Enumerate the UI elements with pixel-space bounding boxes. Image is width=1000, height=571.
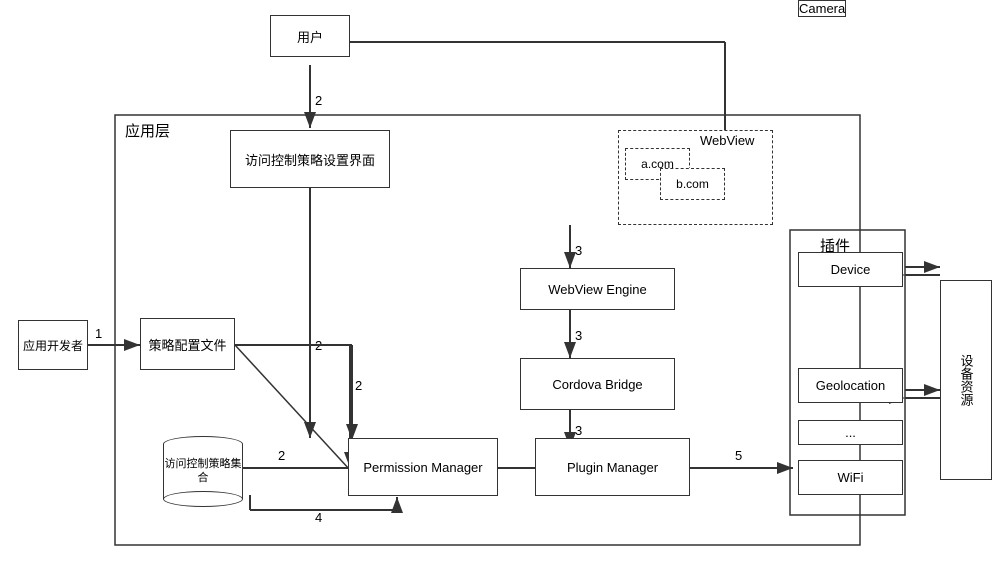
svg-text:4: 4: [315, 510, 322, 525]
camera-plugin-label: Camera: [799, 1, 845, 16]
access-control-ui-box: 访问控制策略设置界面: [230, 130, 390, 188]
device-plugin-label: Device: [831, 262, 871, 277]
svg-text:5: 5: [735, 448, 742, 463]
plugin-manager-box: Plugin Manager: [535, 438, 690, 496]
svg-text:2: 2: [355, 378, 362, 393]
app-developer-label: 应用开发者: [23, 337, 83, 354]
app-developer-box: 应用开发者: [18, 320, 88, 370]
cordova-bridge-box: Cordova Bridge: [520, 358, 675, 410]
policy-file-box: 策略配置文件: [140, 318, 235, 370]
svg-text:3: 3: [575, 423, 582, 438]
device-resource-box: 设备资源: [940, 280, 992, 480]
plugin-manager-label: Plugin Manager: [567, 460, 658, 475]
permission-manager-label: Permission Manager: [363, 460, 482, 475]
cordova-bridge-label: Cordova Bridge: [552, 377, 642, 392]
app-layer-text: 应用层: [125, 123, 170, 140]
svg-text:2: 2: [315, 93, 322, 108]
wifi-plugin-box: WiFi: [798, 460, 903, 495]
geolocation-plugin-box: Geolocation: [798, 368, 903, 403]
svg-text:3: 3: [575, 328, 582, 343]
app-layer-label: 应用层: [125, 120, 170, 141]
geolocation-plugin-label: Geolocation: [816, 378, 885, 393]
device-plugin-box: Device: [798, 252, 903, 287]
svg-text:1: 1: [95, 326, 102, 341]
policy-db-cylinder: 访问控制策略集合: [163, 428, 243, 515]
user-box: 用户: [270, 15, 350, 57]
webview-text: WebView: [700, 133, 754, 148]
wifi-plugin-label: WiFi: [838, 470, 864, 485]
policy-file-label: 策略配置文件: [148, 335, 226, 354]
dots-plugin-box: ...: [798, 420, 903, 445]
access-control-ui-label: 访问控制策略设置界面: [245, 150, 375, 169]
b-com-label: b.com: [676, 177, 709, 191]
svg-text:3: 3: [575, 243, 582, 258]
permission-manager-box: Permission Manager: [348, 438, 498, 496]
cylinder-bottom: [163, 491, 243, 507]
svg-text:2: 2: [315, 338, 322, 353]
dots-plugin-label: ...: [845, 425, 856, 440]
user-label: 用户: [297, 27, 323, 46]
webview-engine-box: WebView Engine: [520, 268, 675, 310]
b-com-box: b.com: [660, 168, 725, 200]
diagram-container: 2 2 1 2 2 --> Permission Manager --> 2 3…: [0, 0, 1000, 571]
policy-db-label: 访问控制策略集合: [164, 457, 242, 486]
webview-label: WebView: [700, 133, 754, 148]
svg-text:2: 2: [278, 448, 285, 463]
device-resource-label: 设备资源: [957, 354, 976, 406]
webview-engine-label: WebView Engine: [548, 282, 647, 297]
camera-plugin-box: Camera: [798, 0, 846, 17]
